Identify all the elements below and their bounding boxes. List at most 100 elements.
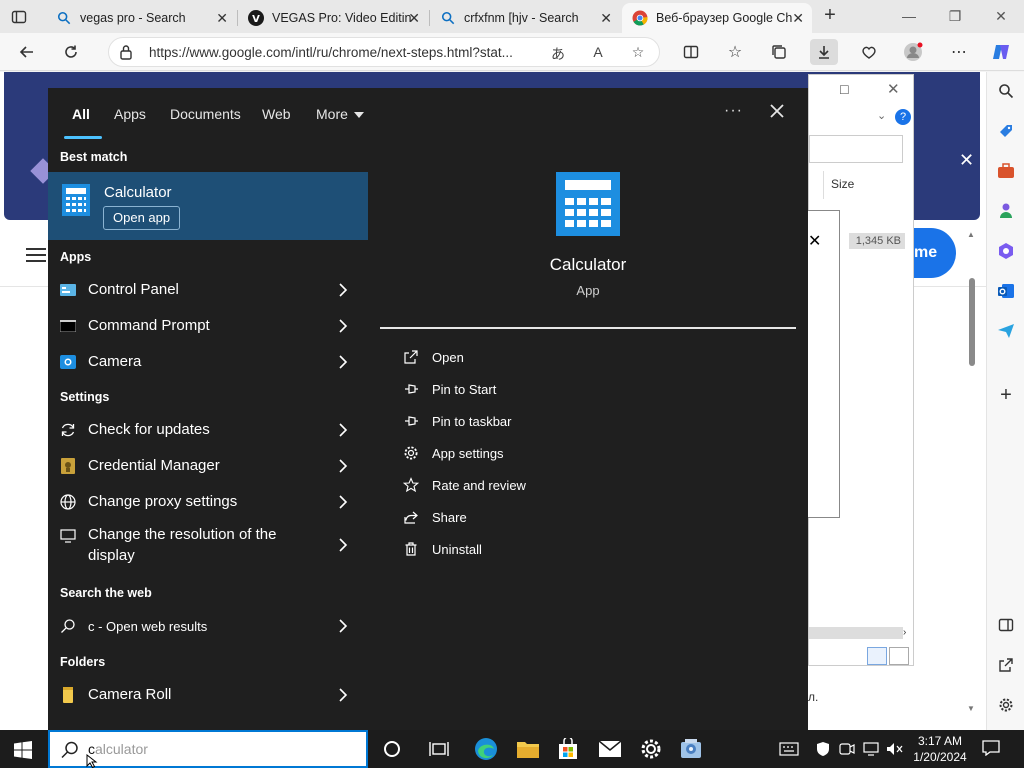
- copilot-icon[interactable]: [990, 41, 1012, 63]
- microsoft-store-icon[interactable]: [556, 737, 580, 761]
- hamburger-menu-icon[interactable]: [26, 248, 46, 262]
- chevron-right-icon[interactable]: [338, 688, 348, 702]
- result-change-resolution[interactable]: Change the resolution of the display: [48, 522, 368, 568]
- thumbnail-view-icon[interactable]: [889, 647, 909, 665]
- chevron-right-icon[interactable]: [338, 283, 348, 297]
- tab-crfxfnm-search[interactable]: crfxfnm [hjv - Search ✕: [430, 3, 620, 33]
- system-clock[interactable]: 3:17 AM 1/20/2024: [910, 733, 970, 765]
- favorite-star-icon[interactable]: ☆: [629, 44, 647, 62]
- file-explorer-icon[interactable]: [516, 737, 540, 761]
- close-icon[interactable]: ✕: [887, 80, 900, 98]
- favorites-icon[interactable]: ☆: [724, 41, 746, 63]
- file-size-cell[interactable]: 1,345 KB: [849, 233, 905, 249]
- keyboard-icon[interactable]: [778, 740, 800, 758]
- close-icon[interactable]: ✕: [808, 231, 821, 251]
- sidebar-panel-icon[interactable]: [995, 614, 1017, 636]
- result-check-for-updates[interactable]: Check for updates: [48, 412, 368, 448]
- close-icon[interactable]: ✕: [959, 150, 974, 171]
- url-text[interactable]: https://www.google.com/intl/ru/chrome/ne…: [149, 45, 549, 60]
- security-shield-icon[interactable]: [814, 740, 832, 758]
- games-icon[interactable]: [995, 200, 1017, 222]
- size-column-header[interactable]: Size: [831, 177, 854, 191]
- microsoft-365-icon[interactable]: [995, 240, 1017, 262]
- dialog-field[interactable]: [809, 135, 903, 163]
- chevron-right-icon[interactable]: [338, 538, 348, 552]
- scroll-up-icon[interactable]: ▲: [967, 230, 975, 239]
- action-rate-and-review[interactable]: Rate and review: [402, 474, 702, 498]
- lock-icon[interactable]: [119, 44, 133, 65]
- open-app-button[interactable]: Open app: [103, 206, 181, 230]
- shopping-tag-icon[interactable]: [995, 120, 1017, 142]
- tab-web[interactable]: Web: [262, 106, 291, 122]
- horizontal-scrollbar[interactable]: [809, 627, 903, 639]
- outlook-icon[interactable]: [995, 280, 1017, 302]
- result-camera-roll[interactable]: Camera Roll: [48, 677, 368, 713]
- add-sidebar-app-icon[interactable]: +: [995, 384, 1017, 406]
- restore-button[interactable]: ❐: [940, 5, 970, 27]
- scroll-right-icon[interactable]: ›: [903, 627, 906, 638]
- page-scrollbar[interactable]: ▲ ▼: [966, 230, 978, 718]
- mail-icon[interactable]: [598, 737, 622, 761]
- installer-app-icon[interactable]: [679, 737, 703, 761]
- settings-gear-icon[interactable]: [639, 737, 663, 761]
- gear-icon[interactable]: [995, 694, 1017, 716]
- close-tab-icon[interactable]: ✕: [408, 10, 420, 27]
- tab-all[interactable]: All: [72, 106, 90, 122]
- tab-chrome-download[interactable]: Веб-браузер Google Ch ✕: [622, 3, 812, 33]
- webcam-icon[interactable]: [838, 740, 856, 758]
- tab-vegas-search[interactable]: vegas pro - Search ✕: [46, 3, 236, 33]
- settings-more-icon[interactable]: ⋯: [948, 41, 970, 63]
- close-button[interactable]: [766, 100, 788, 122]
- tab-documents[interactable]: Documents: [170, 106, 241, 122]
- tools-icon[interactable]: [995, 160, 1017, 182]
- result-credential-manager[interactable]: Credential Manager: [48, 448, 368, 484]
- refresh-button[interactable]: [60, 41, 82, 63]
- action-pin-to-taskbar[interactable]: Pin to taskbar: [402, 410, 702, 434]
- maximize-icon[interactable]: ☐: [839, 83, 850, 97]
- external-link-icon[interactable]: [995, 654, 1017, 676]
- tab-actions-icon[interactable]: [8, 6, 30, 28]
- network-icon[interactable]: [862, 740, 880, 758]
- edge-taskbar-icon[interactable]: [474, 737, 498, 761]
- translate-icon[interactable]: あ: [549, 44, 567, 62]
- chevron-right-icon[interactable]: [338, 423, 348, 437]
- task-view-icon[interactable]: [427, 737, 451, 761]
- help-icon[interactable]: ?: [895, 109, 911, 125]
- browser-essentials-icon[interactable]: [858, 41, 880, 63]
- tab-more[interactable]: More: [316, 106, 364, 122]
- chevron-right-icon[interactable]: [338, 495, 348, 509]
- profile-avatar[interactable]: [902, 41, 924, 63]
- close-tab-icon[interactable]: ✕: [216, 10, 228, 27]
- close-tab-icon[interactable]: ✕: [600, 10, 612, 27]
- read-aloud-icon[interactable]: A: [589, 44, 607, 62]
- new-tab-button[interactable]: +: [820, 5, 840, 25]
- tab-vegas-pro[interactable]: V VEGAS Pro: Video Editin ✕: [238, 3, 428, 33]
- downloads-button[interactable]: [810, 39, 838, 65]
- result-command-prompt[interactable]: Command Prompt: [48, 308, 368, 344]
- windows-start-icon[interactable]: [14, 741, 32, 759]
- chevron-right-icon[interactable]: [338, 459, 348, 473]
- action-app-settings[interactable]: App settings: [402, 442, 702, 466]
- back-button[interactable]: [16, 41, 38, 63]
- close-window-button[interactable]: ✕: [986, 5, 1016, 27]
- more-options-icon[interactable]: ···: [724, 102, 743, 120]
- result-web-search[interactable]: c - Open web results: [48, 608, 368, 644]
- result-change-proxy-settings[interactable]: Change proxy settings: [48, 484, 368, 520]
- action-pin-to-start[interactable]: Pin to Start: [402, 378, 702, 402]
- notification-center-icon[interactable]: [982, 740, 1000, 756]
- split-screen-icon[interactable]: [680, 41, 702, 63]
- chevron-right-icon[interactable]: [338, 355, 348, 369]
- collections-icon[interactable]: [768, 41, 790, 63]
- chevron-right-icon[interactable]: [338, 619, 348, 633]
- tab-apps[interactable]: Apps: [114, 106, 146, 122]
- scroll-down-icon[interactable]: ▼: [967, 704, 975, 713]
- chevron-right-icon[interactable]: [338, 319, 348, 333]
- result-control-panel[interactable]: Control Panel: [48, 272, 368, 308]
- close-tab-icon[interactable]: ✕: [792, 10, 804, 27]
- search-icon[interactable]: [995, 80, 1017, 102]
- address-bar[interactable]: https://www.google.com/intl/ru/chrome/ne…: [108, 37, 660, 67]
- result-camera[interactable]: Camera: [48, 344, 368, 380]
- cortana-icon[interactable]: [380, 737, 404, 761]
- chevron-down-icon[interactable]: ⌄: [877, 109, 886, 122]
- action-open[interactable]: Open: [402, 346, 702, 370]
